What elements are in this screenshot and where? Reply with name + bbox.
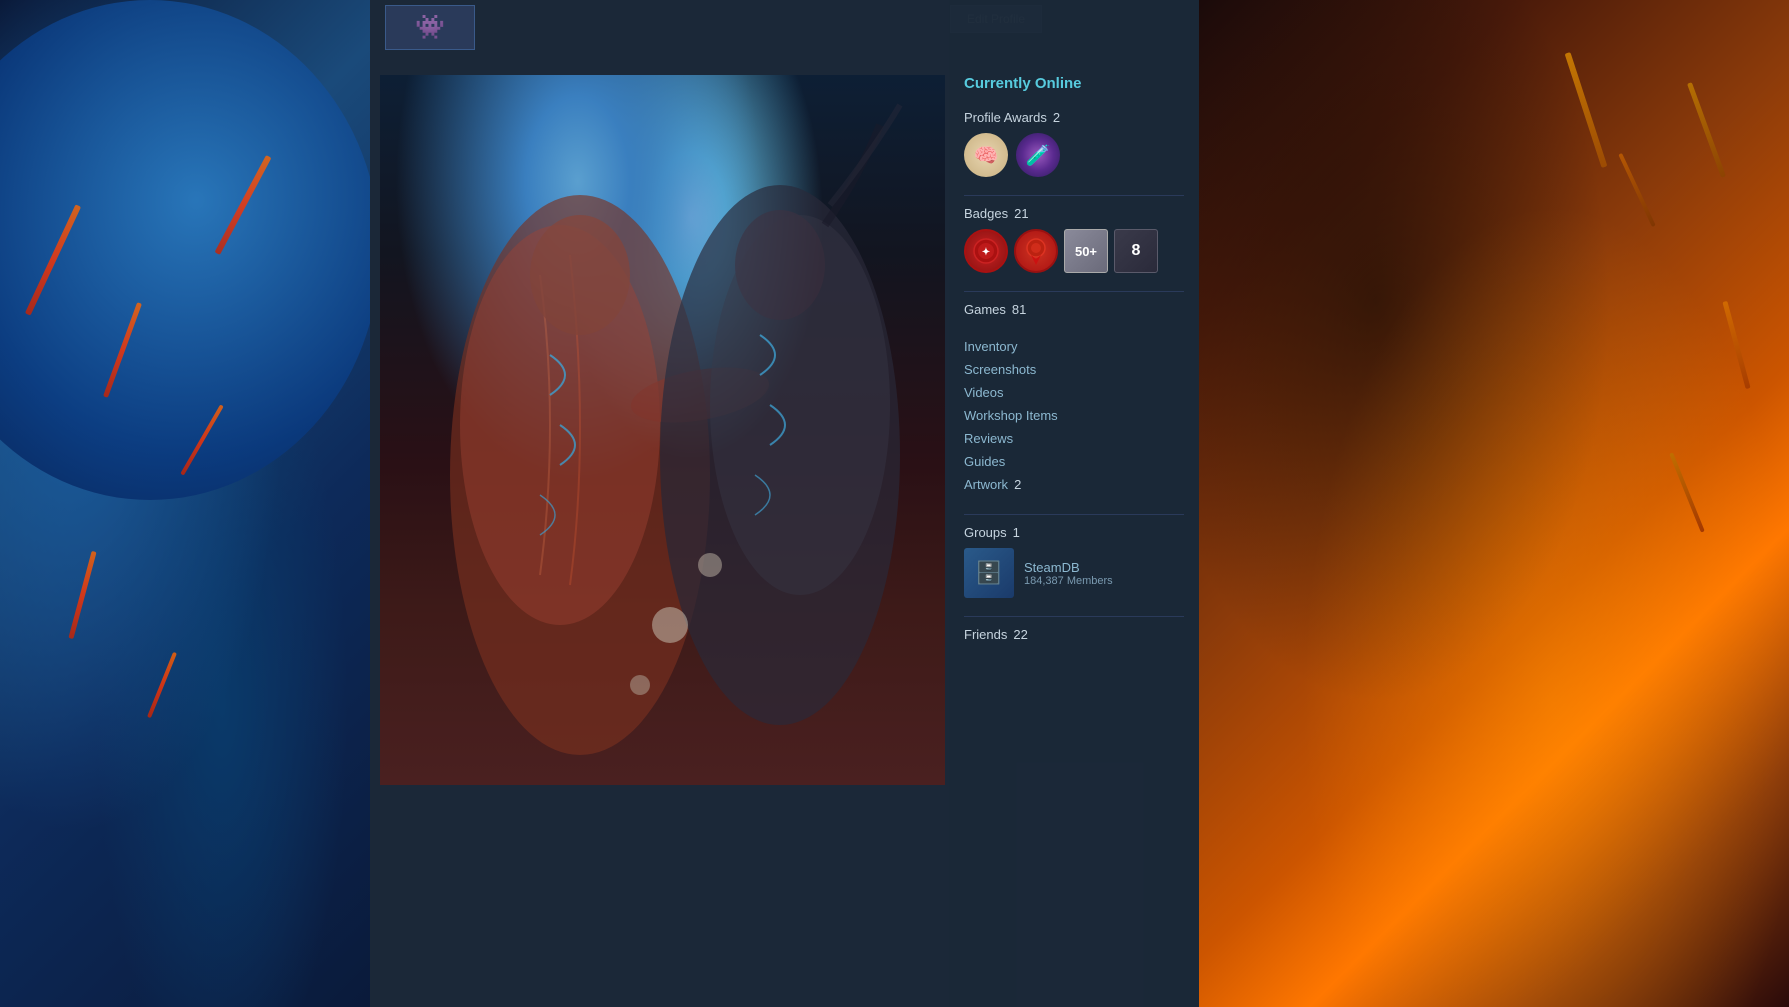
nav-link-inventory[interactable]: Inventory [964, 335, 1184, 358]
nav-links-section: Inventory Screenshots Videos Workshop It… [964, 335, 1184, 496]
streak-icon [1722, 301, 1750, 389]
group-item-steamdb[interactable]: 🗄️ SteamDB 184,387 Members [964, 548, 1184, 598]
groups-header: Groups 1 [964, 525, 1184, 540]
groups-count: 1 [1013, 525, 1020, 540]
group-name-steamdb[interactable]: SteamDB [1024, 560, 1113, 575]
right-sidebar: Currently Online Profile Awards 2 🧠 🧪 Ba… [949, 0, 1199, 1007]
streak-icon [1618, 153, 1655, 227]
friends-label: Friends [964, 627, 1007, 642]
divider [964, 291, 1184, 292]
artwork-row: Artwork 2 [964, 473, 1184, 496]
nav-link-artwork[interactable]: Artwork [964, 473, 1008, 496]
left-background [0, 0, 370, 1007]
artwork-count: 2 [1014, 477, 1021, 492]
badges-label: Badges [964, 206, 1008, 221]
awards-row: 🧠 🧪 [964, 133, 1184, 177]
nav-link-guides[interactable]: Guides [964, 450, 1184, 473]
profile-awards-section: Profile Awards 2 🧠 🧪 [964, 110, 1184, 177]
nav-link-workshop[interactable]: Workshop Items [964, 404, 1184, 427]
avatar-icon: 👾 [415, 13, 445, 42]
right-background [1199, 0, 1789, 1007]
ribbon-badge-icon [1022, 237, 1050, 265]
online-status-section: Currently Online [964, 75, 1184, 92]
badge-2[interactable] [1014, 229, 1058, 273]
badge-50plus-label: 50+ [1075, 244, 1097, 259]
group-info-steamdb: SteamDB 184,387 Members [1024, 560, 1113, 587]
avatar: 👾 [385, 5, 475, 50]
group-avatar-steamdb: 🗄️ [964, 548, 1014, 598]
award-badge-2[interactable]: 🧪 [1016, 133, 1060, 177]
games-section: Games 81 [964, 302, 1184, 317]
profile-awards-count: 2 [1053, 110, 1060, 125]
streak-icon [1669, 452, 1705, 532]
svg-text:✦: ✦ [982, 247, 990, 258]
divider [964, 195, 1184, 196]
nav-link-screenshots[interactable]: Screenshots [964, 358, 1184, 381]
nav-link-videos[interactable]: Videos [964, 381, 1184, 404]
badge-8[interactable]: 8 [1114, 229, 1158, 273]
streak-icon [147, 652, 177, 718]
award-badge-1[interactable]: 🧠 [964, 133, 1008, 177]
online-status: Currently Online [964, 75, 1184, 92]
group-members-steamdb: 184,387 Members [1024, 575, 1113, 587]
badges-section: Badges 21 ✦ 50+ 8 [964, 206, 1184, 273]
games-header: Games 81 [964, 302, 1184, 317]
games-label: Games [964, 302, 1006, 317]
groups-section: Groups 1 🗄️ SteamDB 184,387 Members [964, 525, 1184, 598]
badge-50plus[interactable]: 50+ [1064, 229, 1108, 273]
profile-awards-header: Profile Awards 2 [964, 110, 1184, 125]
streak-icon [1687, 82, 1726, 178]
badges-row: ✦ 50+ 8 [964, 229, 1184, 273]
streak-icon [68, 551, 96, 639]
friends-count: 22 [1013, 627, 1027, 642]
inventory-section-header [1189, 451, 1498, 494]
badges-count: 21 [1014, 206, 1028, 221]
steamdb-icon: 🗄️ [975, 560, 1002, 586]
friends-section: Friends 22 [964, 627, 1184, 642]
streak-icon [1565, 52, 1608, 168]
groups-label: Groups [964, 525, 1007, 540]
badge-8-label: 8 [1132, 242, 1141, 260]
badges-header: Badges 21 [964, 206, 1184, 221]
divider [964, 616, 1184, 617]
friends-header: Friends 22 [964, 627, 1184, 642]
nav-link-reviews[interactable]: Reviews [964, 427, 1184, 450]
badge-1[interactable]: ✦ [964, 229, 1008, 273]
header-avatar-area: 👾 [380, 0, 550, 55]
wax-seal-icon: ✦ [972, 237, 1000, 265]
profile-awards-label: Profile Awards [964, 110, 1047, 125]
divider [964, 514, 1184, 515]
games-count: 81 [1012, 302, 1026, 317]
artwork-container [380, 75, 945, 785]
artwork-figures [380, 75, 945, 785]
